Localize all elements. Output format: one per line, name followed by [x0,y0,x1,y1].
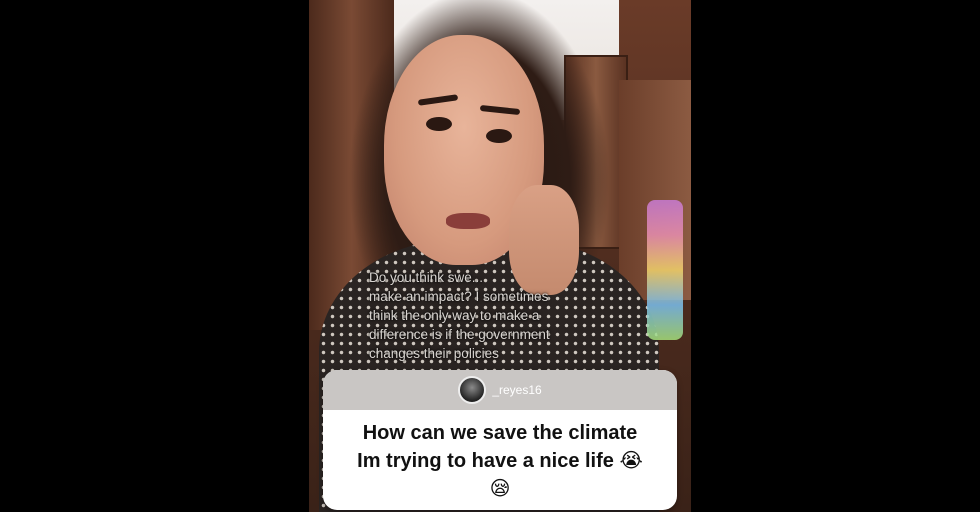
sticker-strip [647,200,683,340]
crying-emoji-icon: 😭 [619,448,643,472]
eye-right [486,129,512,143]
overlay-question: Do you think swe... make an impact? I so… [369,268,629,363]
overlay-question-line: make an impact? I sometimes [369,289,549,304]
overlay-question-line: Do you think swe... [369,270,484,285]
eyebrow-left [417,94,459,106]
mouth [446,213,490,229]
username: _reyes16 [492,383,542,397]
question-line-1: How can we save the climate [362,422,638,444]
question-card: _reyes16 How can we save the climate Im … [323,370,677,510]
video-frame: Do you think swe... make an impact? I so… [309,0,691,512]
eyebrow-right [479,104,521,116]
sleepy-emoji-icon: 😪 [489,476,511,500]
overlay-question-line: difference is if the government [369,327,550,342]
question-line-3: 😪 [335,475,665,503]
question-line-2: Im trying to have a nice life 😭 [335,447,665,475]
avatar [458,376,487,404]
question-card-body: How can we save the climate Im trying to… [323,410,677,503]
overlay-question-line: changes their policies [369,346,499,361]
eye-left [426,117,452,131]
overlay-question-line: think the only way to make a [369,308,540,323]
question-card-header: _reyes16 [323,370,677,410]
question-line-2-text: Im trying to have a nice life [357,450,614,472]
